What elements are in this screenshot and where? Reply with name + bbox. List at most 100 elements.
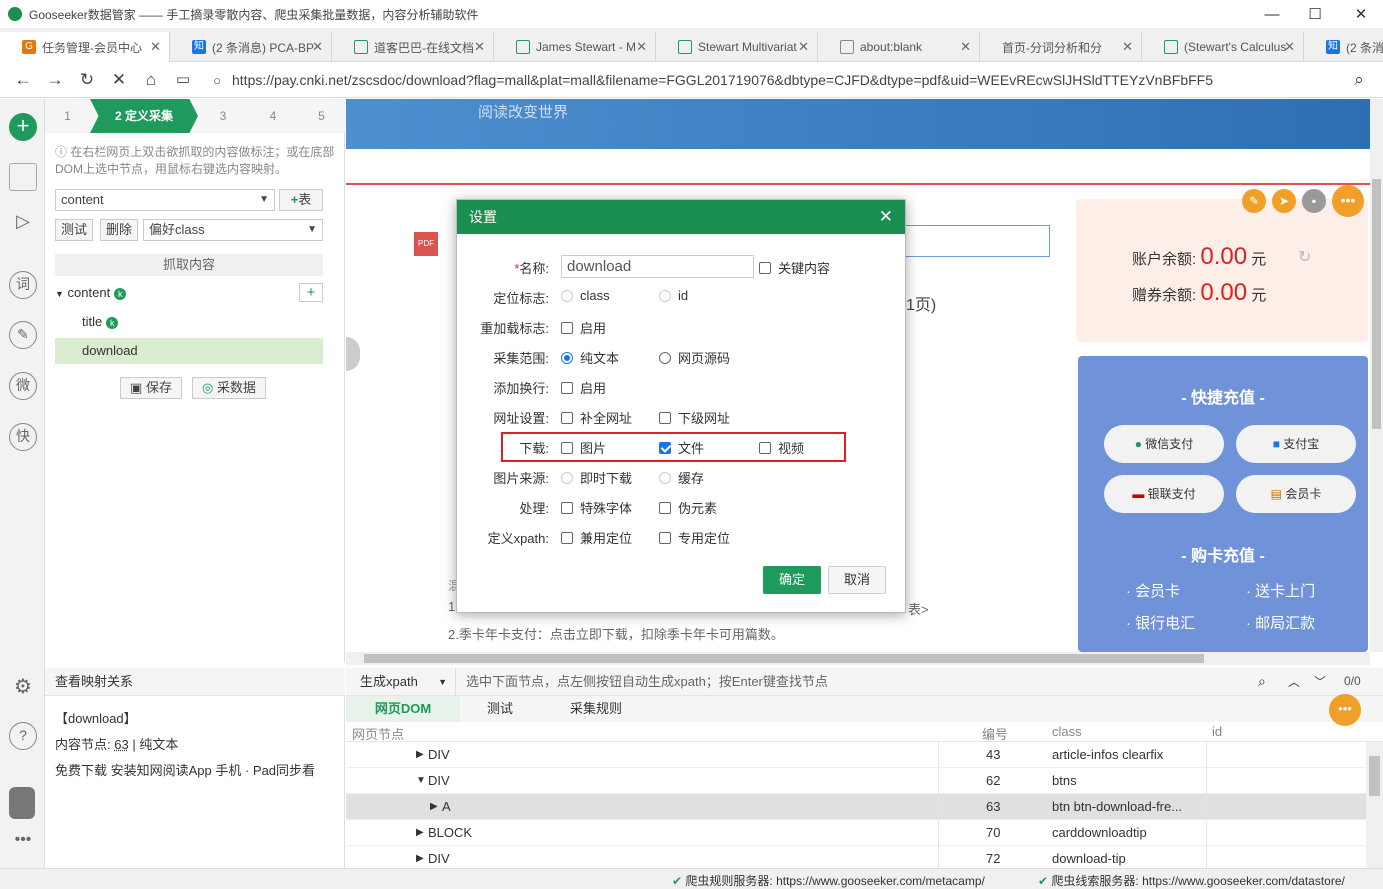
crawler-icon[interactable]: ▷	[9, 209, 37, 237]
minimize-button[interactable]: —	[1249, 0, 1295, 28]
tab-close-icon[interactable]: ✕	[1122, 39, 1133, 55]
alipay-button[interactable]: ■ 支付宝	[1236, 425, 1356, 463]
tab-close-icon[interactable]: ✕	[798, 39, 809, 55]
card-delivery-link[interactable]: · 送卡上门	[1246, 580, 1315, 601]
collapse-handle[interactable]	[346, 337, 360, 371]
tab-item[interactable]: 知 (2 条消息	[1304, 32, 1383, 62]
forward-icon[interactable]: →	[44, 71, 66, 89]
tree-node-download[interactable]: download	[55, 338, 323, 364]
tab-item[interactable]: 首页-分词分析和分 ✕	[980, 32, 1142, 62]
caret-right-icon[interactable]: ▶	[430, 794, 438, 820]
key-content-checkbox[interactable]: 关键内容	[759, 258, 830, 277]
add-table-button[interactable]: +表	[279, 189, 323, 211]
scrollbar-thumb[interactable]	[1372, 179, 1381, 429]
content-node-value[interactable]: 63	[114, 737, 128, 752]
step-4[interactable]: 4	[248, 99, 298, 133]
tab-close-icon[interactable]: ✕	[1284, 39, 1295, 55]
dom-node-row[interactable]: ▼ DIV 62 btns	[346, 768, 1366, 794]
tab-item[interactable]: 道客巴巴-在线文档 ✕	[332, 32, 494, 62]
more-icon[interactable]: •••	[9, 827, 37, 855]
caret-right-icon[interactable]: ▶	[416, 742, 424, 768]
checkbox-option[interactable]: 下级网址	[659, 408, 730, 427]
checkbox-option[interactable]: 兼用定位	[561, 528, 632, 547]
step-3[interactable]: 3	[198, 99, 248, 133]
postal-remit-link[interactable]: · 邮局汇款	[1246, 612, 1315, 633]
radio-option[interactable]: 纯文本	[561, 348, 619, 367]
step-5[interactable]: 5	[298, 99, 345, 133]
dom-node-row[interactable]: ▶ BLOCK 70 carddownloadtip	[346, 820, 1366, 846]
tab-item[interactable]: 知 (2 条消息) PCA-BP ✕	[170, 32, 332, 62]
folder-icon[interactable]: ▭	[172, 71, 194, 89]
preference-select[interactable]: 偏好class ▼	[143, 219, 323, 241]
unionpay-button[interactable]: ▬ 银联支付	[1104, 475, 1224, 513]
back-icon[interactable]: ←	[12, 71, 34, 89]
weibo-icon[interactable]: 微	[9, 372, 37, 400]
caret-right-icon[interactable]: ▶	[416, 846, 424, 868]
member-card-button[interactable]: ▤ 会员卡	[1236, 475, 1356, 513]
close-window-button[interactable]: ✕	[1338, 0, 1383, 28]
save-button[interactable]: ▣ 保存	[120, 377, 182, 399]
add-node-button[interactable]: +	[299, 283, 323, 302]
step-2-active[interactable]: 2 定义采集	[90, 99, 198, 133]
tab-item[interactable]: James Stewart - M ✕	[494, 32, 656, 62]
refresh-icon[interactable]: ↻	[76, 71, 98, 89]
caret-right-icon[interactable]: ▶	[416, 820, 424, 846]
tab-close-icon[interactable]: ✕	[312, 39, 323, 55]
dom-node-row[interactable]: ▶ A 63 btn btn-download-fre...	[346, 794, 1366, 820]
cancel-button[interactable]: 取消	[828, 566, 886, 594]
settings-icon[interactable]: ⚙	[9, 675, 37, 703]
buy-member-card-link[interactable]: · 会员卡	[1126, 580, 1180, 601]
scrollbar-thumb[interactable]	[1369, 756, 1380, 796]
checkbox-option[interactable]: 伪元素	[659, 498, 717, 517]
bank-transfer-link[interactable]: · 银行电汇	[1126, 612, 1195, 633]
add-task-icon[interactable]: +	[9, 113, 37, 141]
pages-icon[interactable]	[9, 163, 37, 191]
help-icon[interactable]: ?	[9, 722, 37, 750]
tab-item[interactable]: Stewart Multivariat ✕	[656, 32, 818, 62]
tree-node-title[interactable]: title k	[55, 309, 323, 335]
close-icon[interactable]: ✕	[879, 207, 893, 227]
radio-option[interactable]: 网页源码	[659, 348, 730, 367]
tab-item[interactable]: about:blank ✕	[818, 32, 980, 62]
checkbox-option[interactable]: 特殊字体	[561, 498, 632, 517]
tab-test[interactable]: 测试	[470, 696, 530, 722]
tab-close-icon[interactable]: ✕	[636, 39, 647, 55]
name-input[interactable]: download	[561, 255, 754, 278]
tab-close-icon[interactable]: ✕	[150, 39, 161, 55]
chevron-up-icon[interactable]: ︿	[1288, 673, 1300, 690]
search-icon[interactable]: ⌕	[1258, 673, 1266, 690]
scrollbar-thumb[interactable]	[364, 654, 1204, 663]
tab-item[interactable]: (Stewart's Calculus ✕	[1142, 32, 1304, 62]
word-icon[interactable]: 词	[9, 271, 37, 299]
dom-node-row[interactable]: ▶ DIV 72 download-tip	[346, 846, 1366, 868]
checkbox-option[interactable]: 专用定位	[659, 528, 730, 547]
home-icon[interactable]: ⌂	[140, 71, 162, 89]
dom-node-row[interactable]: ▶ DIV 43 article-infos clearfix	[346, 742, 1366, 768]
tab-rules[interactable]: 采集规则	[556, 696, 636, 722]
theme-select[interactable]: content ▼	[55, 189, 275, 211]
collect-data-button[interactable]: ◎ 采数据	[192, 377, 266, 399]
edit-icon[interactable]: ✎	[9, 321, 37, 349]
checkbox-option[interactable]: 启用	[561, 318, 606, 337]
tab-item[interactable]: G 任务管理-会员中心 ✕	[0, 32, 170, 62]
xpath-input[interactable]: 选中下面节点，点左侧按钮自动生成xpath；按Enter键查找节点	[466, 668, 1246, 696]
quick-icon[interactable]: 快	[9, 423, 37, 451]
confirm-button[interactable]: 确定	[763, 566, 821, 594]
stop-icon[interactable]: ✕	[108, 71, 130, 89]
tree-node-content[interactable]: ▼ content k +	[55, 280, 323, 306]
delete-button[interactable]: 删除	[100, 219, 138, 241]
tab-close-icon[interactable]: ✕	[474, 39, 485, 55]
tab-dom[interactable]: 网页DOM	[346, 696, 460, 722]
chevron-down-icon[interactable]: ﹀	[1314, 673, 1326, 690]
lock-icon[interactable]: ▪	[1302, 189, 1326, 213]
pencil-icon[interactable]: ✎	[1242, 189, 1266, 213]
wechat-pay-button[interactable]: ● 微信支付	[1104, 425, 1224, 463]
step-1[interactable]: 1	[45, 99, 90, 133]
refresh-balance-icon[interactable]: ↻	[1298, 247, 1311, 267]
vertical-scrollbar[interactable]	[1370, 99, 1383, 652]
url-bar[interactable]: https://pay.cnki.net/zscsdoc/download?fl…	[232, 68, 1383, 92]
horizontal-scrollbar[interactable]	[346, 652, 1370, 665]
xpath-select[interactable]: 生成xpath ▼	[346, 668, 456, 696]
test-button[interactable]: 测试	[55, 219, 93, 241]
checkbox-option[interactable]: 补全网址	[561, 408, 632, 427]
